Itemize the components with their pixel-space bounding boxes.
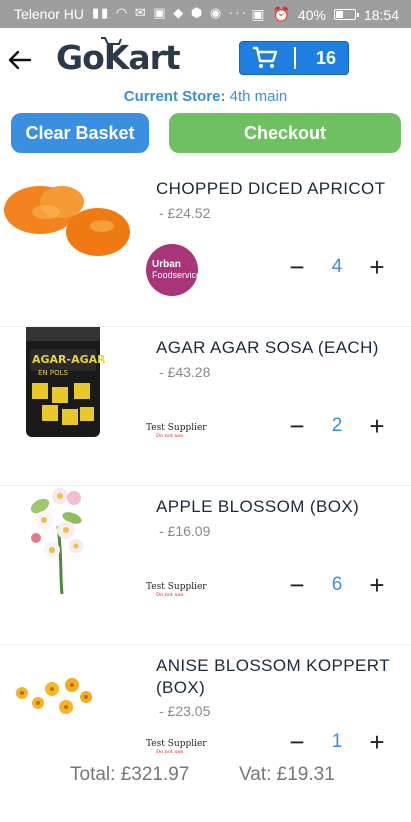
item-name: ANISE BLOSSOM KOPPERT (BOX) (156, 656, 390, 697)
cart-button[interactable]: 16 (239, 41, 349, 75)
quantity-stepper: − 2 + (285, 413, 389, 439)
store-label: Current Store: (123, 88, 226, 105)
quantity-value: 1 (331, 731, 343, 752)
notification-icons: ▮▮ ◠ ✉ ▣ ◆ ⬢ ◉ ··· (92, 5, 248, 20)
jar-sublabel: EN POLS (38, 369, 69, 377)
increase-quantity-button[interactable]: + (365, 413, 389, 439)
battery-icon (333, 9, 359, 20)
battery-percent: 40% (297, 6, 326, 23)
quantity-stepper: − 4 + (285, 254, 389, 280)
store-value: 4th main (229, 88, 288, 105)
supplier-name: Urban (152, 259, 181, 270)
decrease-quantity-button[interactable]: − (285, 572, 309, 598)
quantity-stepper: − 6 + (285, 572, 389, 598)
quantity-value: 6 (331, 574, 343, 595)
decrease-quantity-button[interactable]: − (285, 413, 309, 439)
carrier-name: Telenor HU (14, 6, 85, 22)
basket-totals: Total: £321.97 Vat: £19.31 (0, 764, 411, 794)
supplier-name-line2: Foodservice (152, 270, 202, 280)
supplier-note: Do not use (156, 592, 184, 598)
supplier-note: Do not use (156, 433, 184, 439)
decrease-quantity-button[interactable]: − (285, 254, 309, 280)
apple-blossom-image (30, 488, 83, 595)
status-right: ▣ ⏰ 40% 18:54 (251, 6, 399, 23)
cart-divider (294, 47, 296, 69)
quantity-value: 2 (331, 415, 343, 436)
checkout-button[interactable]: Checkout (169, 113, 401, 153)
item-price: - £43.28 (159, 364, 211, 380)
basket-item: APPLE BLOSSOM (BOX) - £16.09 Test Suppli… (0, 486, 411, 645)
item-price: - £23.05 (159, 703, 211, 719)
increase-quantity-button[interactable]: + (365, 572, 389, 598)
shopping-cart-icon (253, 46, 278, 68)
agar-agar-jar-image: AGAR-AGAR EN POLS (26, 327, 106, 437)
back-arrow-icon[interactable] (6, 46, 34, 74)
cart-count: 16 (316, 47, 337, 68)
item-price: - £16.09 (159, 523, 211, 539)
basket-item: AGAR-AGAR EN POLS AGAR AGAR SOSA (EACH) … (0, 327, 411, 486)
urban-foodservice-logo: Urban Foodservice (146, 244, 202, 296)
item-price: - £24.52 (159, 205, 211, 221)
basket-item: CHOPPED DICED APRICOT - £24.52 Urban Foo… (0, 168, 411, 327)
supplier-logo: Test Supplier Do not use (146, 424, 207, 440)
app-header: GoKart 16 (0, 28, 411, 90)
increase-quantity-button[interactable]: + (365, 729, 389, 755)
jar-label: AGAR-AGAR (32, 353, 106, 366)
logo-cart-icon (101, 37, 122, 45)
quantity-value: 4 (331, 256, 343, 277)
increase-quantity-button[interactable]: + (365, 254, 389, 280)
status-bar: Telenor HU ▮▮ ◠ ✉ ▣ ◆ ⬢ ◉ ··· ▣ ⏰ 40% 18… (0, 0, 411, 28)
item-name: CHOPPED DICED APRICOT (156, 179, 386, 198)
quantity-stepper: − 1 + (285, 729, 389, 755)
item-name: APPLE BLOSSOM (BOX) (156, 497, 360, 516)
apricot-image (4, 186, 130, 256)
supplier-logo: Test Supplier Do not use (146, 583, 207, 599)
alarm-icon: ⏰ (272, 6, 290, 22)
vat-amount: Vat: £19.31 (239, 764, 335, 785)
decrease-quantity-button[interactable]: − (285, 729, 309, 755)
nfc-icon: ▣ (251, 6, 265, 22)
item-name: AGAR AGAR SOSA (EACH) (156, 338, 379, 357)
clock: 18:54 (363, 6, 399, 23)
supplier-logo: Test Supplier Do not use (146, 740, 207, 756)
supplier-note: Do not use (156, 749, 184, 755)
supplier-logo: Urban Foodservice (146, 244, 202, 296)
total-amount: Total: £321.97 (70, 764, 190, 785)
clear-basket-button[interactable]: Clear Basket (11, 113, 149, 153)
current-store: Current Store: 4th main (0, 88, 411, 105)
gokart-logo: GoKart (56, 37, 181, 77)
